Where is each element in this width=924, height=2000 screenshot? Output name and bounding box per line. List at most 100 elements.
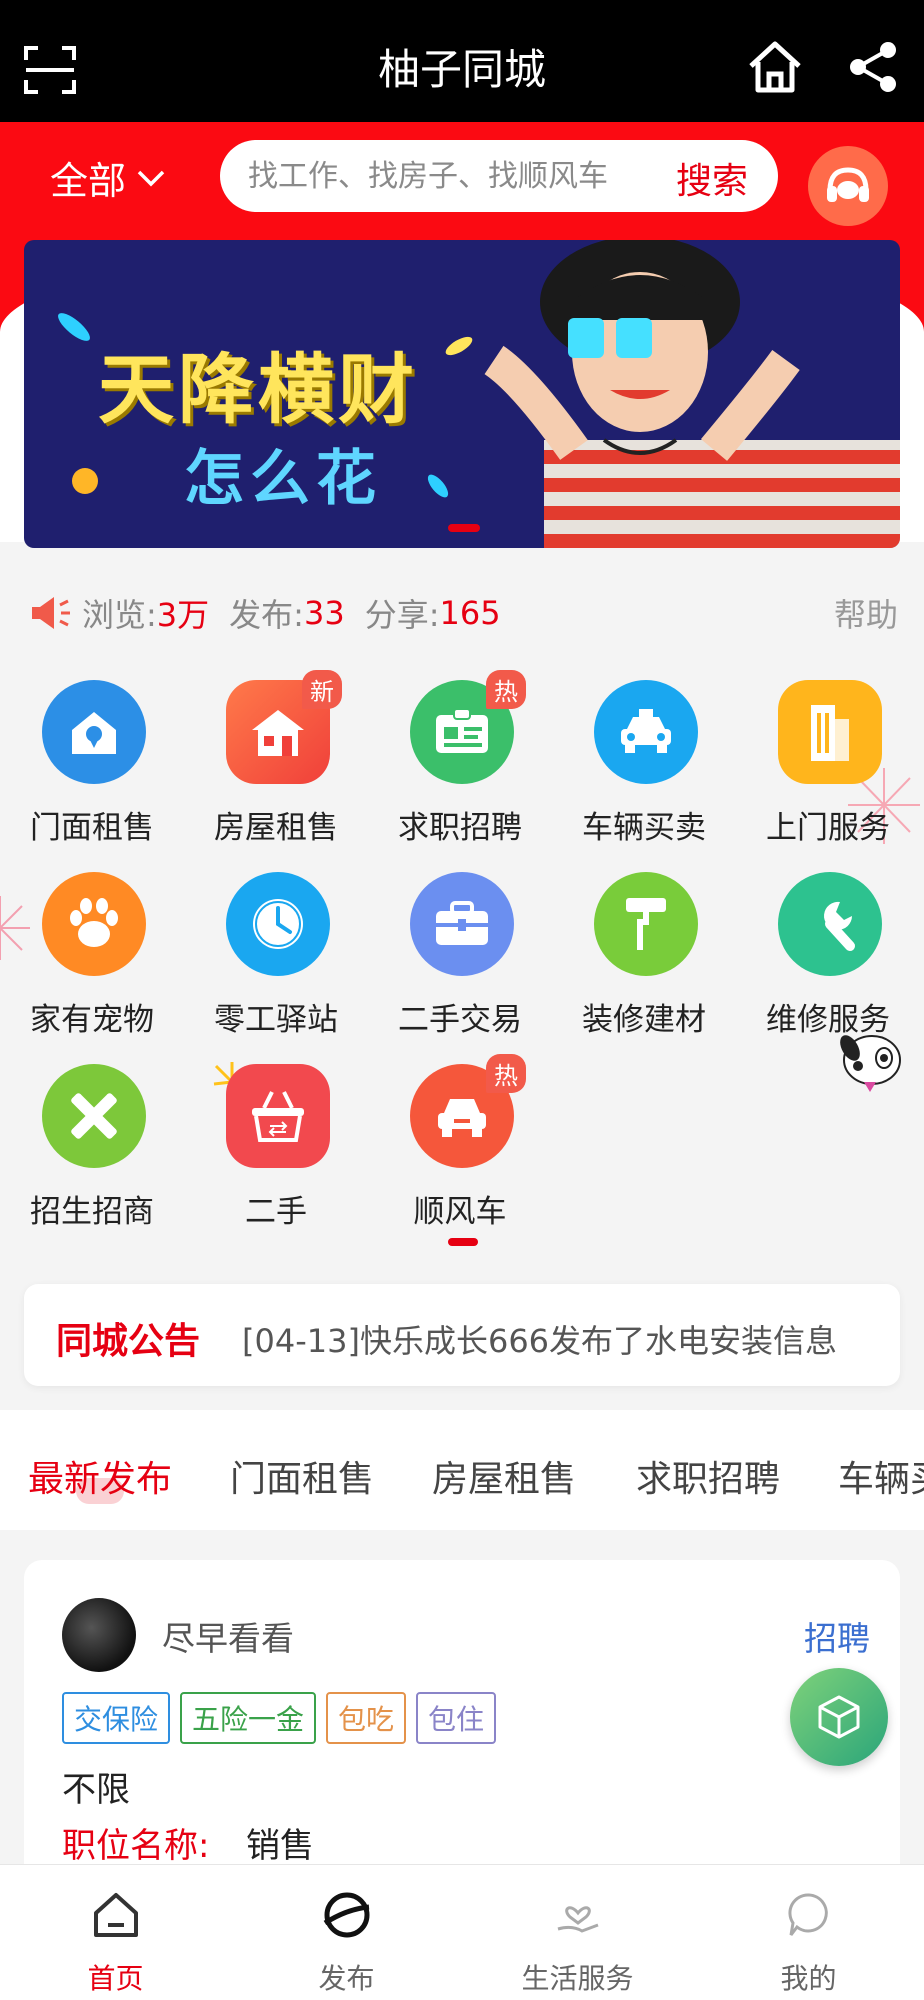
puppy-mascot-icon[interactable] (836, 1022, 906, 1096)
category-icon-bg (410, 872, 514, 976)
category-house-rental[interactable]: 新 房屋租售 (184, 670, 368, 860)
position-value: 销售 (246, 1826, 314, 1866)
help-link[interactable]: 帮助 (834, 590, 898, 636)
listing-tabs: 最新发布 门面租售 房屋租售 求职招聘 车辆买卖 (0, 1410, 924, 1530)
city-notice[interactable]: 同城公告 [04-13]快乐成长666发布了水电安装信息 (24, 1284, 900, 1386)
category-home-service[interactable]: 上门服务 (736, 680, 920, 860)
category-icon-bg (42, 1064, 146, 1168)
category-icon-bg (226, 1064, 330, 1168)
posts-label: 发布: (229, 596, 304, 634)
tag: 包住 (416, 1692, 497, 1744)
search-button[interactable]: 搜索 (676, 152, 748, 204)
cube-icon (818, 1695, 860, 1739)
category-label: 招生招商 (30, 1194, 154, 1230)
banner-decoration (424, 471, 452, 501)
tab-shop-rental[interactable]: 门面租售 (230, 1450, 374, 1502)
category-shop-rental[interactable]: 门面租售 (0, 680, 184, 860)
category-label: 求职招聘 (398, 810, 522, 846)
briefcase-icon (436, 901, 488, 945)
views-count: 3万 (156, 596, 210, 634)
paint-roller-icon (626, 898, 666, 950)
city-select-label: 全部 (50, 159, 127, 203)
hot-badge: 热 (486, 1054, 526, 1093)
floating-cube-button[interactable] (790, 1668, 888, 1766)
nav-label: 首页 (87, 1962, 144, 1995)
search-input[interactable] (248, 154, 628, 198)
active-tab-indicator (76, 1478, 124, 1504)
views-label: 浏览: (82, 596, 157, 634)
tab-vehicles[interactable]: 车辆买卖 (838, 1450, 924, 1502)
pencil-ruler-icon (71, 1093, 117, 1139)
grid-page-indicator (448, 1238, 478, 1246)
category-icon-bg (226, 872, 330, 976)
car-icon (438, 1099, 486, 1137)
wrench-icon (824, 901, 855, 951)
megaphone-icon (32, 597, 70, 629)
category-second-hand[interactable]: 二手 (184, 1064, 368, 1244)
category-label: 车辆买卖 (582, 810, 706, 846)
promo-banner[interactable]: 天降横财 怎么花 (24, 240, 900, 548)
nav-home[interactable]: 首页 (0, 1865, 231, 2000)
shares-count: 165 (439, 594, 501, 632)
category-vehicle-trade[interactable]: 车辆买卖 (552, 680, 736, 860)
nav-label: 我的 (780, 1962, 837, 1995)
hand-heart-icon (557, 1906, 599, 1933)
headset-icon (827, 167, 869, 202)
nav-me[interactable]: 我的 (693, 1865, 924, 2000)
category-icon-bg (778, 872, 882, 976)
category-pets[interactable]: 家有宠物 (0, 872, 184, 1052)
benefit-tags: 交保险 五险一金 包吃 包住 (62, 1692, 497, 1744)
category-label: 顺风车 (413, 1194, 507, 1230)
listing-category[interactable]: 招聘 (804, 1612, 870, 1660)
category-label: 门面租售 (30, 810, 154, 846)
home-icon[interactable] (746, 38, 804, 96)
category-jobs[interactable]: 热 求职招聘 (368, 670, 552, 860)
top-bar: 柚子同城 (0, 0, 924, 122)
taxi-icon (621, 709, 671, 753)
category-icon-bg (42, 872, 146, 976)
banner-person-image (484, 240, 900, 548)
shares-label: 分享: (364, 596, 440, 634)
category-gig-station[interactable]: 零工驿站 (184, 872, 368, 1052)
bottom-navigation: 首页 发布 生活服务 我的 (0, 1864, 924, 2000)
hot-badge: 热 (486, 670, 526, 709)
paw-icon (70, 898, 118, 947)
banner-subline: 怎么花 (184, 444, 382, 514)
nav-life-service[interactable]: 生活服务 (462, 1865, 693, 2000)
shop-location-icon (72, 712, 116, 754)
category-carpool[interactable]: 热 顺风车 (368, 1054, 552, 1244)
category-label: 零工驿站 (214, 1002, 338, 1038)
share-icon[interactable] (846, 40, 900, 94)
posts-count: 33 (303, 594, 345, 632)
chevron-down-icon (137, 170, 165, 186)
basket-icon (252, 1091, 304, 1142)
category-renovation[interactable]: 装修建材 (552, 872, 736, 1052)
notice-message: [04-13]快乐成长666发布了水电安装信息 (242, 1322, 838, 1360)
banner-decoration (54, 308, 94, 346)
tab-house-rental[interactable]: 房屋租售 (432, 1450, 576, 1502)
building-icon (811, 705, 849, 761)
nav-label: 生活服务 (521, 1962, 634, 1995)
notice-title: 同城公告 (56, 1321, 201, 1362)
category-icon-bg (594, 680, 698, 784)
category-enrollment[interactable]: 招生招商 (0, 1064, 184, 1244)
category-label: 二手交易 (398, 1002, 522, 1038)
tab-jobs[interactable]: 求职招聘 (636, 1450, 780, 1502)
category-icon-bg (42, 680, 146, 784)
stats-row: 浏览: 3万 发布: 33 分享: 165 帮助 (28, 588, 898, 638)
nav-publish[interactable]: 发布 (231, 1865, 462, 2000)
tag: 五险一金 (180, 1692, 317, 1744)
requirement-text: 不限 (62, 1770, 130, 1810)
category-label: 家有宠物 (30, 1002, 154, 1038)
banner-headline: 天降横财 (98, 345, 418, 434)
new-badge: 新 (302, 670, 342, 709)
avatar (62, 1598, 136, 1672)
customer-service-button[interactable] (808, 146, 888, 226)
search-box: 搜索 (220, 140, 778, 212)
category-second-hand-trade[interactable]: 二手交易 (368, 872, 552, 1052)
poster-name: 尽早看看 (162, 1619, 294, 1658)
city-select[interactable]: 全部 (50, 150, 166, 205)
category-icon-bg (594, 872, 698, 976)
chat-bubble-icon (788, 1893, 828, 1936)
tag: 交保险 (62, 1692, 171, 1744)
